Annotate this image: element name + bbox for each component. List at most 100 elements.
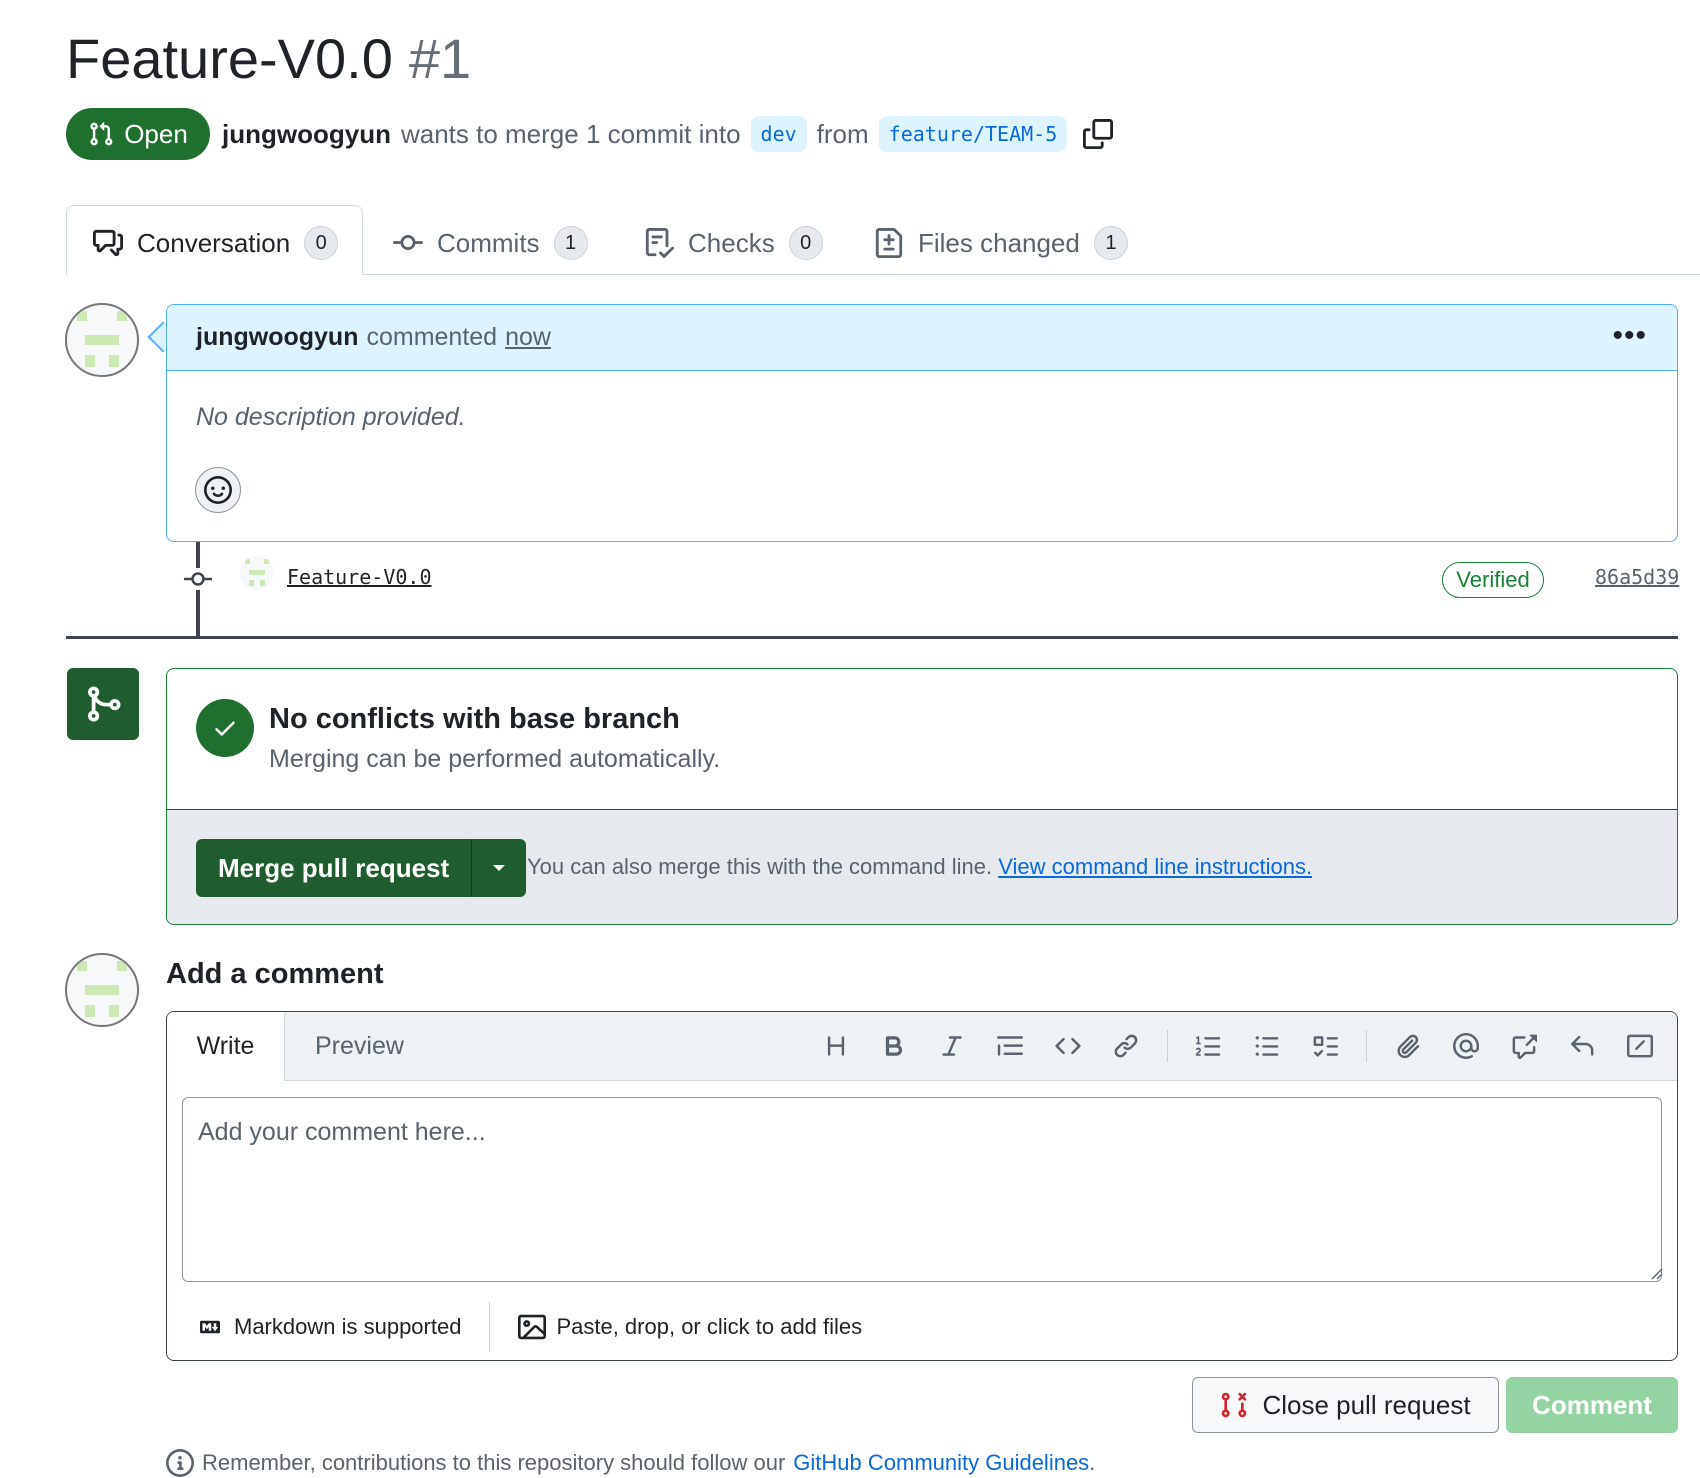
commit-sha-link[interactable]: 86a5d39 <box>1595 565 1679 589</box>
contribution-reminder: Remember, contributions to this reposito… <box>166 1448 1095 1478</box>
git-merge-icon <box>67 668 139 740</box>
comment-discussion-icon <box>93 228 123 258</box>
merge-button-group: Merge pull request <box>196 839 527 897</box>
tab-commits-label: Commits <box>437 227 540 258</box>
git-pull-request-icon <box>88 121 114 147</box>
quote-icon[interactable] <box>981 1017 1039 1075</box>
add-files-button[interactable]: Paste, drop, or click to add files <box>518 1313 862 1341</box>
merge-pull-request-button[interactable]: Merge pull request <box>196 839 473 897</box>
markdown-supported-link[interactable]: Markdown is supported <box>196 1314 461 1340</box>
link-icon[interactable] <box>1097 1017 1155 1075</box>
footer-divider <box>489 1302 491 1352</box>
add-reaction-button[interactable] <box>195 467 241 513</box>
comment-submit-button[interactable]: Comment <box>1506 1377 1678 1433</box>
markdown-toolbar <box>807 1012 1669 1080</box>
info-icon <box>166 1449 194 1477</box>
tab-conversation[interactable]: Conversation 0 <box>93 215 339 271</box>
check-icon <box>196 699 254 757</box>
community-guidelines-link[interactable]: GitHub Community Guidelines <box>793 1450 1089 1476</box>
toolbar-divider <box>1167 1030 1168 1062</box>
comment-editor: Write Preview Markdown is sup <box>166 1011 1678 1361</box>
pr-meta: jungwoogyun wants to merge 1 commit into… <box>222 108 1114 160</box>
merge-hint-text: You can also merge this with the command… <box>527 854 993 879</box>
base-branch[interactable]: dev <box>750 116 807 152</box>
timeline-divider <box>66 636 1678 639</box>
pr-description-comment: jungwoogyun commented now ••• No descrip… <box>166 304 1678 542</box>
merge-options-dropdown[interactable] <box>472 839 526 897</box>
write-tab[interactable]: Write <box>167 1012 285 1081</box>
cross-reference-icon[interactable] <box>1495 1017 1553 1075</box>
tab-checks-count: 0 <box>788 226 823 260</box>
tab-commits-count: 1 <box>553 226 588 260</box>
tab-files-changed-label: Files changed <box>918 227 1080 258</box>
comment-author[interactable]: jungwoogyun <box>196 323 358 352</box>
merge-hint: You can also merge this with the command… <box>527 854 1312 880</box>
heading-icon[interactable] <box>807 1017 865 1075</box>
pr-state-label: Open <box>124 118 188 149</box>
git-commit-icon <box>184 568 212 590</box>
reminder-text: Remember, contributions to this reposito… <box>202 1450 786 1475</box>
fullscreen-icon[interactable] <box>1611 1017 1669 1075</box>
close-pull-request-button[interactable]: Close pull request <box>1192 1377 1499 1433</box>
unordered-list-icon[interactable] <box>1238 1017 1296 1075</box>
toolbar-divider <box>1366 1030 1367 1062</box>
merge-box: No conflicts with base branch Merging ca… <box>166 668 1678 925</box>
code-icon[interactable] <box>1039 1017 1097 1075</box>
comment-body: No description provided. <box>196 403 466 431</box>
checklist-icon <box>644 228 674 258</box>
tab-conversation-count: 0 <box>304 226 339 260</box>
merge-status: No conflicts with base branch Merging ca… <box>167 669 1677 810</box>
italic-icon[interactable] <box>923 1017 981 1075</box>
tab-conversation-label: Conversation <box>137 227 291 258</box>
add-files-note: Paste, drop, or click to add files <box>556 1314 863 1339</box>
current-user-avatar[interactable] <box>65 953 139 1027</box>
task-list-icon[interactable] <box>1296 1017 1354 1075</box>
close-pull-request-label: Close pull request <box>1262 1389 1471 1420</box>
merge-status-title: No conflicts with base branch <box>269 703 680 735</box>
bold-icon[interactable] <box>865 1017 923 1075</box>
tab-checks[interactable]: Checks 0 <box>644 215 823 271</box>
pr-author-link[interactable]: jungwoogyun <box>222 119 391 150</box>
attach-icon[interactable] <box>1379 1017 1437 1075</box>
timeline-line <box>196 542 200 638</box>
resize-handle-icon[interactable] <box>1649 1266 1663 1280</box>
head-branch[interactable]: feature/TEAM-5 <box>878 116 1068 152</box>
pr-title: Feature-V0.0 #1 <box>66 24 471 94</box>
command-line-instructions-link[interactable]: View command line instructions. <box>998 854 1312 879</box>
editor-header: Write Preview <box>167 1012 1677 1081</box>
commit-author-avatar[interactable] <box>240 556 274 590</box>
comment-textarea[interactable] <box>182 1097 1662 1282</box>
preview-tab[interactable]: Preview <box>315 1012 404 1080</box>
git-commit-icon <box>393 228 423 258</box>
copy-icon[interactable] <box>1083 119 1114 149</box>
reply-icon[interactable] <box>1553 1017 1611 1075</box>
tab-commits[interactable]: Commits 1 <box>393 215 588 271</box>
add-comment-heading: Add a comment <box>166 958 384 990</box>
mention-icon[interactable] <box>1437 1017 1495 1075</box>
git-pull-request-closed-icon <box>1220 1391 1248 1419</box>
image-icon <box>518 1313 547 1341</box>
comment-verb: commented <box>366 323 498 351</box>
editor-footer: Markdown is supported Paste, drop, or cl… <box>167 1297 1677 1357</box>
ordered-list-icon[interactable] <box>1180 1017 1238 1075</box>
file-diff-icon <box>874 228 904 258</box>
comment-timestamp[interactable]: now <box>505 323 551 352</box>
triangle-down-icon <box>491 863 507 873</box>
commit-message-link[interactable]: Feature-V0.0 <box>287 565 432 589</box>
tab-files-changed-count: 1 <box>1093 226 1128 260</box>
comment-author-avatar[interactable] <box>65 303 139 377</box>
reminder-end: . <box>1089 1450 1096 1475</box>
merge-status-subtitle: Merging can be performed automatically. <box>269 745 721 773</box>
pr-state-badge: Open <box>66 108 210 160</box>
verified-badge[interactable]: Verified <box>1442 562 1544 598</box>
markdown-icon <box>196 1317 224 1337</box>
from-text: from <box>816 118 869 149</box>
tab-files-changed[interactable]: Files changed 1 <box>874 215 1128 271</box>
pr-action-text: wants to merge 1 commit into <box>400 118 741 149</box>
kebab-menu-icon[interactable]: ••• <box>1612 321 1647 351</box>
merge-actions: Merge pull request You can also merge th… <box>167 810 1677 924</box>
comment-header: jungwoogyun commented now ••• <box>167 305 1677 371</box>
smiley-icon <box>204 476 232 504</box>
tab-checks-label: Checks <box>688 227 775 258</box>
pr-title-text: Feature-V0.0 <box>66 27 393 90</box>
